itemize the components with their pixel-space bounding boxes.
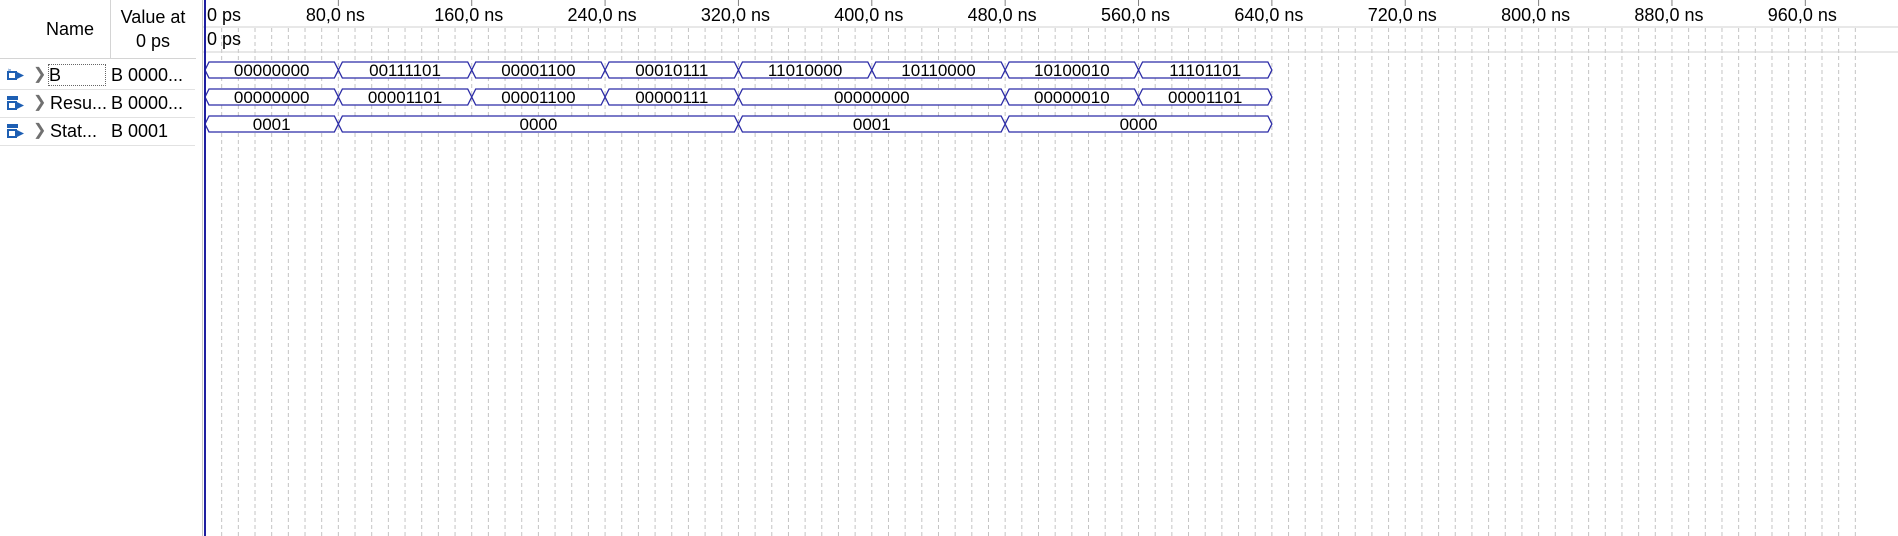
bus-value-label: 00010111: [635, 61, 708, 80]
tick-label: 80,0 ns: [306, 5, 365, 25]
bus-value-label: 00000000: [234, 61, 310, 80]
bus-value-label: 00000000: [834, 88, 910, 107]
bus-value-label: 10110000: [901, 61, 975, 80]
signal-value: B 0000...: [111, 65, 184, 85]
bus-value-label: 10100010: [1034, 61, 1110, 80]
tick-label: 480,0 ns: [968, 5, 1037, 25]
signal-name-panel: Name Value at 0 ps in ❯ B B 0000... ❯ Re…: [0, 0, 197, 536]
bus-value-label: 0000: [1120, 115, 1158, 134]
signal-row-result[interactable]: ❯ Resu... B 0000...: [0, 90, 195, 118]
signal-name: Stat...: [50, 121, 98, 141]
tick-label: 400,0 ns: [834, 5, 903, 25]
signal-name: Resu...: [50, 93, 108, 113]
tick-label: 640,0 ns: [1234, 5, 1303, 25]
signal-row-b[interactable]: in ❯ B B 0000...: [0, 62, 195, 90]
panel-splitter[interactable]: [196, 0, 203, 536]
value-column-label-line2: 0 ps: [135, 31, 171, 51]
bus-value-label: 00000111: [635, 88, 708, 107]
tick-label: 720,0 ns: [1368, 5, 1437, 25]
waveform-view[interactable]: 0 ps 80,0 ns 160,0 ns 240,0 ns 320,0 ns 400,0…: [203, 0, 1898, 536]
bus-value-label: 00001100: [501, 61, 575, 80]
waveform-canvas[interactable]: 0 ps 80,0 ns 160,0 ns 240,0 ns 320,0 ns 400,0…: [203, 0, 1898, 536]
bus-value-label: 00111101: [369, 61, 441, 80]
chevron-right-icon[interactable]: ❯: [33, 93, 46, 113]
name-column-header[interactable]: Name: [30, 0, 111, 58]
bus-value-label: 0001: [853, 115, 891, 134]
tick-label: 560,0 ns: [1101, 5, 1170, 25]
svg-text:in: in: [8, 68, 11, 72]
tick-label: 800,0 ns: [1501, 5, 1570, 25]
signal-value: B 0001: [111, 121, 169, 141]
value-column-header[interactable]: Value at 0 ps: [111, 0, 195, 58]
bus-value-label: 11101101: [1169, 61, 1241, 80]
chevron-right-icon[interactable]: ❯: [33, 65, 46, 85]
signal-name: B: [48, 64, 106, 86]
bus-value-label: 00001101: [368, 88, 442, 107]
bus-value-label: 0000: [519, 115, 557, 134]
bus-value-label: 00000010: [1034, 88, 1110, 107]
bus-value-label: 00001100: [501, 88, 575, 107]
chevron-right-icon[interactable]: ❯: [33, 121, 46, 141]
header-divider: [0, 58, 196, 59]
tick-label: 160,0 ns: [434, 5, 503, 25]
tick-label: 320,0 ns: [701, 5, 770, 25]
tick-label: 880,0 ns: [1634, 5, 1703, 25]
tick-label: 960,0 ns: [1768, 5, 1837, 25]
bus-value-label: 00001101: [1168, 88, 1242, 107]
tick-label: 0 ps: [207, 5, 241, 25]
signal-row-status[interactable]: ❯ Stat... B 0001: [0, 118, 195, 146]
bus-value-label: 00000000: [234, 88, 310, 107]
output-pin-icon: [7, 124, 24, 138]
cursor-time-label: 0 ps: [207, 29, 241, 49]
input-pin-icon: in: [7, 68, 24, 80]
value-column-label-line1: Value at: [120, 7, 186, 27]
bus-value-label: 0001: [253, 115, 291, 134]
tick-label: 240,0 ns: [568, 5, 637, 25]
output-pin-icon: [7, 96, 24, 110]
bus-value-label: 11010000: [768, 61, 842, 80]
name-column-label: Name: [45, 18, 94, 39]
signal-value: B 0000...: [111, 93, 184, 113]
